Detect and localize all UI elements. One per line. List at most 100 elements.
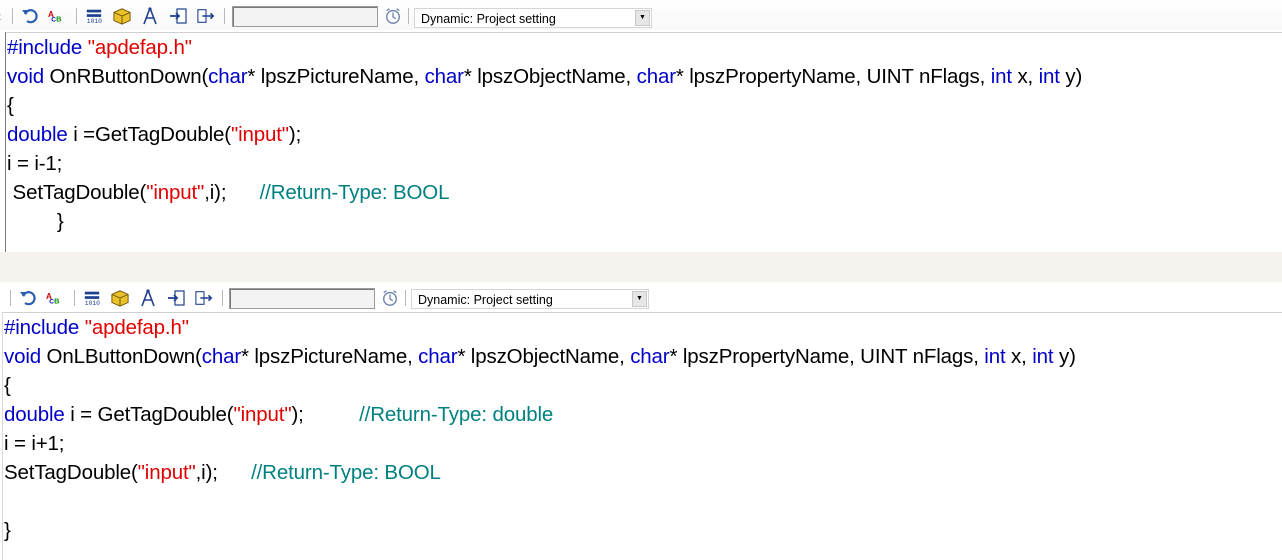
code-line-close-brace: } xyxy=(4,519,11,542)
code-line-set: SetTagDouble("input",i); //Return-Type: … xyxy=(4,458,441,487)
param-text: * lpszPictureName, xyxy=(241,345,419,368)
code-line-signature: void OnRButtonDown(char* lpszPictureName… xyxy=(7,62,1082,91)
svg-text:C: C xyxy=(51,17,56,24)
code-line-signature: void OnLButtonDown(char* lpszPictureName… xyxy=(4,342,1076,371)
string-literal: "input" xyxy=(230,123,289,146)
keyword: int xyxy=(984,345,1006,368)
svg-text:1010: 1010 xyxy=(85,300,100,307)
code-editor[interactable]: #include "apdefap.h" void OnRButtonDown(… xyxy=(5,32,1282,252)
param-text: * lpszPictureName, xyxy=(247,65,425,88)
code-text: SetTagDouble( xyxy=(7,181,147,204)
keyword: char xyxy=(424,65,464,88)
panel-divider xyxy=(0,252,1282,282)
clock-icon[interactable] xyxy=(381,289,399,307)
trigger-select[interactable]: Dynamic: Project setting ▼ xyxy=(411,289,649,309)
tag-counter-icon[interactable]: 1010 xyxy=(83,289,101,307)
undo-icon[interactable] xyxy=(19,289,37,307)
code-line-include: #include "apdefap.h" xyxy=(4,313,189,342)
code-line-set: SetTagDouble("input",i); //Return-Type: … xyxy=(7,178,450,207)
code-line-include: #include "apdefap.h" xyxy=(7,33,192,62)
function-name: OnRButtonDown( xyxy=(44,65,209,88)
code-comment: //Return-Type: BOOL xyxy=(259,181,450,204)
string-literal: "input" xyxy=(137,461,196,484)
svg-text:1010: 1010 xyxy=(87,18,102,25)
toolbar-separator xyxy=(12,8,15,24)
import-icon[interactable] xyxy=(169,7,187,25)
code-line-get: double i =GetTagDouble("input"); xyxy=(7,120,301,149)
toolbar-separator xyxy=(408,8,411,24)
code-line-close-brace: } xyxy=(7,210,64,233)
svg-text:B: B xyxy=(54,297,59,306)
param-text: x, xyxy=(1005,345,1033,368)
param-text: * lpszPropertyName, UINT nFlags, xyxy=(675,65,991,88)
include-directive: #include xyxy=(4,316,80,339)
string-literal: "input" xyxy=(146,181,205,204)
code-comment: //Return-Type: double xyxy=(359,403,554,426)
include-directive: #include xyxy=(7,36,83,59)
code-line-decrement: i = i-1; xyxy=(7,152,63,175)
bottom-script-panel: ABC 1010 Dynamic: Project setting ▼ #inc… xyxy=(0,282,1282,560)
keyword: void xyxy=(4,345,42,368)
code-text: ,i); xyxy=(204,181,260,204)
dropdown-arrow-icon[interactable]: ▼ xyxy=(632,291,647,307)
trigger-select-label: Dynamic: Project setting xyxy=(421,12,556,26)
keyword: int xyxy=(1038,65,1060,88)
toolbar-separator xyxy=(224,8,227,24)
abc-replace-icon[interactable]: ABC xyxy=(48,7,66,25)
keyword: int xyxy=(1032,345,1054,368)
toolbar-separator xyxy=(222,290,225,306)
code-editor[interactable]: #include "apdefap.h" void OnLButtonDown(… xyxy=(2,312,1282,560)
tag-counter-icon[interactable]: 1010 xyxy=(85,7,103,25)
code-text: i =GetTagDouble( xyxy=(67,123,231,146)
function-name: OnLButtonDown( xyxy=(41,345,202,368)
toolbar-separator xyxy=(76,8,79,24)
svg-text:B: B xyxy=(56,15,61,24)
export-icon[interactable] xyxy=(195,289,213,307)
param-text: x, xyxy=(1011,65,1039,88)
cube-icon[interactable] xyxy=(111,289,129,307)
code-text: ); xyxy=(291,403,360,426)
param-text: * lpszPropertyName, UINT nFlags, xyxy=(669,345,985,368)
toolbar-separator xyxy=(405,290,408,306)
include-file: "apdefap.h" xyxy=(87,36,192,59)
trigger-select-label: Dynamic: Project setting xyxy=(418,293,553,307)
keyword: char xyxy=(630,345,670,368)
top-script-panel: ‹ ABC 1010 Dynamic: Project se xyxy=(0,0,1282,252)
param-text: * lpszObjectName, xyxy=(463,65,637,88)
compass-icon[interactable] xyxy=(139,289,157,307)
string-literal: "input" xyxy=(233,403,292,426)
code-text: i = GetTagDouble( xyxy=(64,403,234,426)
trigger-field[interactable] xyxy=(229,288,375,309)
include-file: "apdefap.h" xyxy=(84,316,189,339)
keyword: char xyxy=(201,345,241,368)
keyword: double xyxy=(4,403,65,426)
code-line-increment: i = i+1; xyxy=(4,432,65,455)
code-text: SetTagDouble( xyxy=(4,461,138,484)
abc-replace-icon[interactable]: ABC xyxy=(46,289,64,307)
chevron-left-icon[interactable]: ‹ xyxy=(0,7,8,25)
keyword: double xyxy=(7,123,68,146)
trigger-select[interactable]: Dynamic: Project setting ▼ xyxy=(414,8,652,28)
keyword: int xyxy=(990,65,1012,88)
toolbar-separator xyxy=(10,290,13,306)
undo-icon[interactable] xyxy=(21,7,39,25)
code-line-open-brace: { xyxy=(7,94,14,117)
compass-icon[interactable] xyxy=(141,7,159,25)
toolbar: ABC 1010 Dynamic: Project setting ▼ xyxy=(0,282,1282,312)
cube-icon[interactable] xyxy=(113,7,131,25)
clock-icon[interactable] xyxy=(384,7,402,25)
trigger-field[interactable] xyxy=(232,6,378,27)
import-icon[interactable] xyxy=(167,289,185,307)
code-text: ,i); xyxy=(195,461,252,484)
export-icon[interactable] xyxy=(197,7,215,25)
dropdown-arrow-icon[interactable]: ▼ xyxy=(635,10,650,26)
keyword: char xyxy=(636,65,676,88)
param-text: y) xyxy=(1053,345,1076,368)
keyword: char xyxy=(418,345,458,368)
toolbar-separator xyxy=(74,290,77,306)
code-text: ); xyxy=(288,123,302,146)
keyword: char xyxy=(208,65,248,88)
keyword: void xyxy=(7,65,45,88)
code-comment: //Return-Type: BOOL xyxy=(251,461,441,484)
code-line-open-brace: { xyxy=(4,374,11,397)
